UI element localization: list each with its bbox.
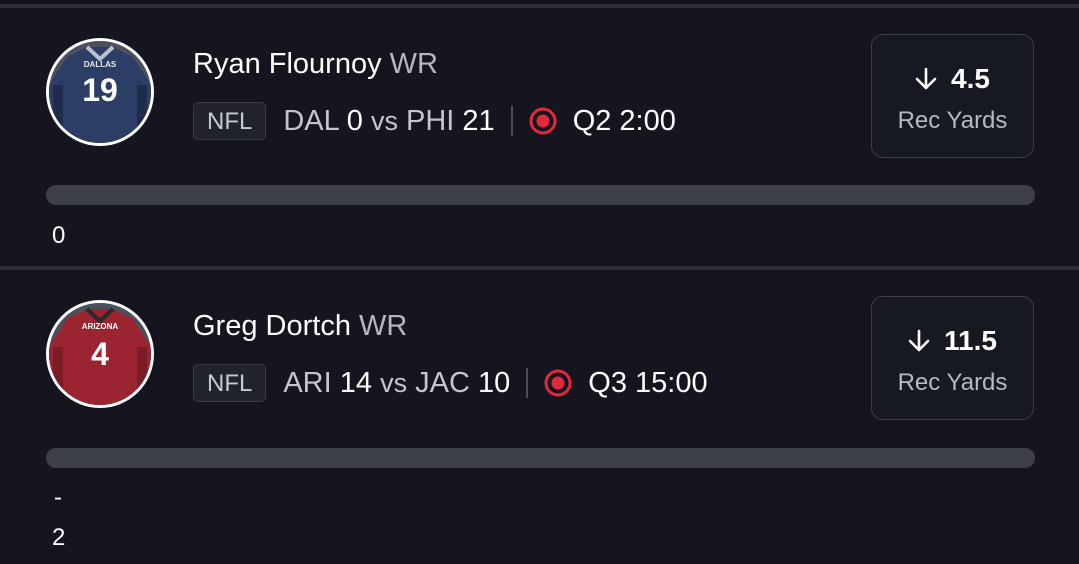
projection-button[interactable]: 11.5 Rec Yards bbox=[871, 296, 1034, 420]
progress-bar bbox=[46, 448, 1035, 468]
jersey-number: 4 bbox=[91, 336, 109, 372]
projection-line: 11.5 bbox=[872, 325, 1033, 357]
vs-label: vs bbox=[380, 367, 408, 398]
game-score: ARI 14 vs JAC 10 bbox=[283, 367, 510, 400]
line-value: 11.5 bbox=[944, 325, 997, 356]
game-clock: Q2 2:00 bbox=[572, 104, 676, 137]
separator bbox=[510, 106, 513, 136]
away-team: ARI bbox=[283, 366, 332, 399]
jersey-image: DALLAS 19 bbox=[49, 41, 151, 143]
jersey-image: ARIZONA 4 bbox=[49, 303, 151, 405]
arrow-down-icon bbox=[908, 329, 930, 352]
separator bbox=[526, 368, 529, 398]
projection-line: 4.5 bbox=[872, 63, 1033, 95]
jersey-team-text: DALLAS bbox=[84, 60, 117, 69]
away-team: DAL bbox=[283, 104, 339, 137]
current-value: 0 bbox=[52, 222, 66, 249]
home-score: 21 bbox=[462, 104, 495, 137]
arrow-down-icon bbox=[915, 67, 937, 90]
current-value: 2 bbox=[52, 524, 66, 551]
home-team: PHI bbox=[406, 104, 455, 137]
player-position: WR bbox=[389, 48, 438, 80]
home-score: 10 bbox=[478, 366, 511, 399]
player-position: WR bbox=[358, 310, 408, 342]
stat-label: Rec Yards bbox=[897, 369, 1008, 396]
game-info-row: NFL DAL 0 vs PHI 21 Q2 2:00 bbox=[193, 101, 676, 141]
player-avatar: DALLAS 19 bbox=[46, 38, 154, 146]
game-score: DAL 0 vs PHI 21 bbox=[283, 105, 494, 138]
prop-card[interactable]: ARIZONA 4 Greg Dortch WR NFL ARI 14 vs JA… bbox=[0, 270, 1079, 564]
line-value: 4.5 bbox=[951, 63, 990, 94]
jersey-team-text: ARIZONA bbox=[82, 322, 119, 331]
away-score: 14 bbox=[339, 366, 373, 399]
away-score: 0 bbox=[346, 104, 363, 137]
jersey-number: 19 bbox=[82, 72, 118, 108]
player-name-row: Ryan Flournoy WR bbox=[193, 48, 438, 81]
projection-button[interactable]: 4.5 Rec Yards bbox=[871, 34, 1034, 158]
game-info-row: NFL ARI 14 vs JAC 10 Q3 15:00 bbox=[193, 363, 708, 403]
league-badge: NFL bbox=[193, 364, 267, 402]
progress-bar bbox=[46, 185, 1035, 205]
prop-card[interactable]: DALLAS 19 Ryan Flournoy WR NFL DAL 0 vs P… bbox=[0, 8, 1079, 266]
game-clock: Q3 15:00 bbox=[588, 366, 708, 399]
current-value-sign: - bbox=[54, 484, 62, 511]
home-team: JAC bbox=[415, 366, 470, 399]
live-indicator-icon bbox=[544, 369, 572, 397]
vs-label: vs bbox=[370, 105, 398, 136]
league-badge: NFL bbox=[193, 102, 267, 140]
player-name[interactable]: Greg Dortch bbox=[193, 310, 351, 342]
live-indicator-icon bbox=[529, 107, 557, 135]
player-name[interactable]: Ryan Flournoy bbox=[193, 48, 382, 80]
player-avatar: ARIZONA 4 bbox=[46, 300, 154, 408]
stat-label: Rec Yards bbox=[897, 107, 1008, 134]
player-name-row: Greg Dortch WR bbox=[193, 310, 407, 343]
